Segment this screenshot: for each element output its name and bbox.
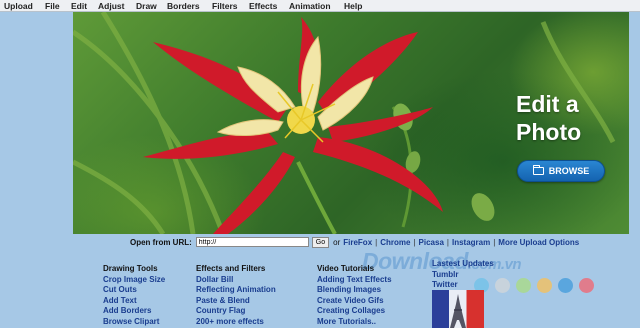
crop-image-size-link[interactable]: Crop Image Size: [103, 275, 165, 286]
updates-column: Lastest Updates Tumblr Twitter: [432, 259, 494, 291]
cut-outs-link[interactable]: Cut Outs: [103, 285, 165, 296]
menu-animation[interactable]: Animation: [289, 0, 335, 12]
menu-filters[interactable]: Filters: [212, 0, 241, 12]
open-url-row: Open from URL: Go or FireFox | Chrome | …: [130, 236, 579, 248]
menu-edit[interactable]: Edit: [71, 0, 90, 12]
hero-heading-line1: Edit a: [516, 91, 579, 117]
create-video-gifs-link[interactable]: Create Video Gifs: [317, 296, 392, 307]
menu-draw[interactable]: Draw: [136, 0, 160, 12]
add-text-link[interactable]: Add Text: [103, 296, 165, 307]
url-input[interactable]: [195, 237, 309, 247]
effects-heading: Effects and Filters: [196, 264, 266, 273]
menu-effects[interactable]: Effects: [249, 0, 280, 12]
menu-bar: Upload File Edit Adjust Draw Borders Fil…: [0, 0, 640, 12]
paste-blend-link[interactable]: Paste & Blend: [196, 296, 276, 307]
dollar-bill-link[interactable]: Dollar Bill: [196, 275, 276, 286]
hero-banner: Edit a Photo BROWSE: [73, 12, 629, 234]
effects-column: Effects and Filters Dollar Bill Reflecti…: [196, 264, 276, 327]
browse-clipart-link[interactable]: Browse Clipart: [103, 317, 165, 328]
separator: |: [375, 237, 378, 247]
tutorials-column: Video Tutorials Adding Text Effects Blen…: [317, 264, 392, 327]
tumblr-link[interactable]: Tumblr: [432, 270, 494, 281]
menu-upload[interactable]: Upload: [4, 0, 38, 12]
folder-icon: [532, 165, 544, 175]
reflecting-animation-link[interactable]: Reflecting Animation: [196, 285, 276, 296]
drawing-tools-column: Drawing Tools Crop Image Size Cut Outs A…: [103, 264, 165, 327]
tutorials-heading: Video Tutorials: [317, 264, 375, 273]
menu-borders[interactable]: Borders: [167, 0, 203, 12]
source-instagram-link[interactable]: Instagram: [452, 238, 490, 247]
separator: |: [446, 237, 449, 247]
country-flag-link[interactable]: Country Flag: [196, 306, 276, 317]
menu-help[interactable]: Help: [344, 0, 364, 12]
latest-updates-link[interactable]: Lastest Updates: [432, 259, 494, 270]
more-tutorials-link[interactable]: More Tutorials..: [317, 317, 392, 328]
blending-images-link[interactable]: Blending Images: [317, 285, 392, 296]
adding-text-effects-link[interactable]: Adding Text Effects: [317, 275, 392, 286]
hero-heading-line2: Photo: [516, 119, 582, 145]
source-picasa-link[interactable]: Picasa: [419, 238, 444, 247]
source-chrome-link[interactable]: Chrome: [380, 238, 410, 247]
add-borders-link[interactable]: Add Borders: [103, 306, 165, 317]
hero-heading: Edit a Photo: [516, 90, 628, 146]
dot: [495, 278, 510, 293]
creating-collages-link[interactable]: Creating Collages: [317, 306, 392, 317]
menu-file[interactable]: File: [45, 0, 63, 12]
dot: [579, 278, 594, 293]
separator: |: [493, 237, 496, 247]
drawing-tools-heading: Drawing Tools: [103, 264, 158, 273]
dot: [516, 278, 531, 293]
menu-adjust[interactable]: Adjust: [98, 0, 127, 12]
dot: [537, 278, 552, 293]
twitter-link[interactable]: Twitter: [432, 280, 494, 291]
eiffel-tower-image: [450, 294, 466, 328]
go-button[interactable]: Go: [311, 236, 330, 248]
separator: |: [413, 237, 416, 247]
update-thumbnail[interactable]: [432, 290, 484, 328]
browse-button-label: BROWSE: [548, 166, 590, 176]
source-firefox-link[interactable]: FireFox: [343, 238, 372, 247]
dot: [558, 278, 573, 293]
more-upload-options-link[interactable]: More Upload Options: [498, 238, 579, 247]
open-url-label: Open from URL:: [130, 237, 192, 247]
browse-button[interactable]: BROWSE: [517, 160, 605, 182]
or-text: or: [333, 237, 341, 247]
more-effects-link[interactable]: 200+ more effects: [196, 317, 276, 328]
